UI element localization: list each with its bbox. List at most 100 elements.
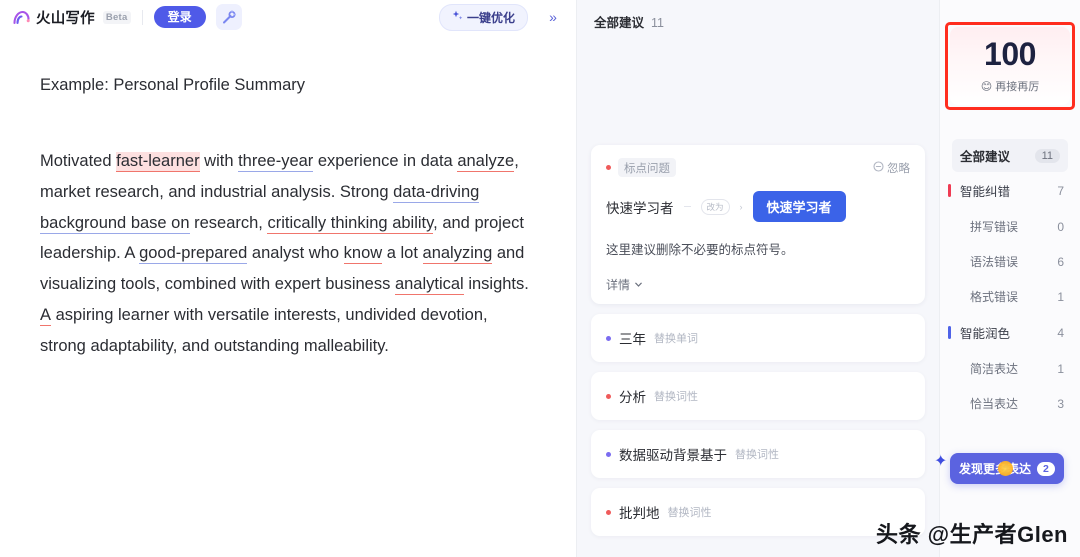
severity-dot-icon: [606, 393, 611, 399]
suggestion-row[interactable]: 三年 替换单词: [591, 314, 925, 362]
category-count: 0: [1057, 219, 1064, 234]
suggestion-row-word: 数据驱动背景基于: [619, 448, 727, 463]
suggestions-header-count: 11: [651, 16, 664, 30]
discover-more-badge: 2: [1037, 461, 1055, 476]
category-item[interactable]: 恰当表达 3: [948, 386, 1072, 421]
chevron-down-icon: [634, 278, 643, 292]
flagged-span-19[interactable]: A: [40, 305, 52, 326]
flagged-span-9[interactable]: critically thinking ability: [267, 213, 434, 234]
body-text: analyst who: [247, 244, 344, 263]
suggestion-card-header: 标点问题 忽略: [606, 158, 910, 177]
score-box[interactable]: 100 😊 再接再厉: [950, 27, 1070, 105]
body-text: with: [199, 152, 239, 170]
category-accent-bar: [948, 362, 951, 375]
category-count: 1: [1057, 361, 1064, 376]
top-toolbar: 火山写作 Beta 登录 一键优化 »: [0, 0, 576, 34]
category-item[interactable]: 语法错误 6: [948, 244, 1072, 279]
ignore-button[interactable]: 忽略: [873, 160, 910, 176]
category-item[interactable]: 简洁表达 1: [948, 351, 1072, 386]
category-item[interactable]: 智能纠错 7: [948, 172, 1072, 209]
category-count: 3: [1057, 396, 1064, 411]
severity-dot-icon: [606, 451, 611, 457]
suggestion-row[interactable]: 数据驱动背景基于 替换词性: [591, 430, 925, 478]
app-root: 火山写作 Beta 登录 一键优化 » Example: Personal Pr…: [0, 0, 1080, 557]
category-count: 6: [1057, 254, 1064, 269]
suggestion-type: 标点问题: [606, 158, 676, 177]
suggestion-row[interactable]: 批判地 替换词性: [591, 488, 925, 536]
smile-emoji-icon: 😊: [980, 80, 993, 93]
suggestion-row-tag: 替换词性: [667, 507, 712, 519]
flagged-span-3[interactable]: three-year: [238, 152, 314, 172]
flagged-span-5[interactable]: analyze: [457, 152, 515, 172]
document-body[interactable]: Motivated fast-learner with three-year e…: [40, 146, 536, 362]
suggestion-rows: 三年 替换单词 分析 替换词性 数据驱动背景基于 替换词性 批判地 替换词性: [591, 314, 925, 536]
beta-tag: Beta: [102, 10, 131, 24]
severity-dot-icon: [606, 165, 611, 170]
score-caption-row: 😊 再接再厉: [950, 78, 1070, 94]
category-accent-bar: [948, 220, 951, 233]
category-label: 格式错误: [970, 290, 1019, 304]
flagged-span-1[interactable]: fast-learner: [116, 152, 200, 172]
suggestions-pane: 全部建议 11 标点问题 忽略 快速学习者 改为 › 快速学习者 这里建议删除不…: [577, 0, 940, 557]
expand-panel-icon[interactable]: »: [540, 5, 566, 29]
original-word: 快速学习者: [606, 200, 674, 216]
suggestion-card-active[interactable]: 标点问题 忽略 快速学习者 改为 › 快速学习者 这里建议删除不必要的标点符号。…: [591, 145, 925, 304]
suggestions-header-label: 全部建议: [594, 16, 645, 30]
flagged-span-11[interactable]: good-prepared: [139, 244, 248, 265]
document-editor[interactable]: Example: Personal Profile Summary Motiva…: [0, 34, 576, 557]
suggestion-replace-row: 快速学习者 改为 › 快速学习者: [606, 191, 910, 222]
body-text: insights.: [463, 275, 529, 294]
flagged-span-13[interactable]: know: [343, 244, 383, 265]
toolbar-divider: [141, 9, 143, 25]
one-click-optimize-button[interactable]: 一键优化: [438, 3, 528, 31]
brand[interactable]: 火山写作: [12, 7, 95, 28]
body-text: Motivated: [40, 152, 117, 170]
category-item[interactable]: 智能润色 4: [948, 314, 1072, 351]
suggestion-row-word: 三年: [619, 332, 646, 347]
detail-label: 详情: [606, 278, 631, 292]
suggestion-description: 这里建议删除不必要的标点符号。: [606, 243, 794, 257]
change-to-pill: 改为: [700, 198, 730, 215]
category-all-suggestions[interactable]: 全部建议 11: [952, 139, 1068, 172]
arrow-lead-line: [683, 206, 691, 207]
category-count: 1: [1057, 289, 1064, 304]
severity-dot-icon: [606, 509, 611, 515]
category-label: 智能润色: [960, 327, 1011, 341]
category-accent-bar: [948, 290, 951, 303]
suggestion-row-tag: 替换词性: [735, 449, 779, 461]
body-text: research,: [189, 213, 268, 232]
category-item[interactable]: 拼写错误 0: [948, 209, 1072, 244]
category-item[interactable]: 格式错误 1: [948, 279, 1072, 314]
category-label: 语法错误: [970, 255, 1019, 269]
discover-more-button[interactable]: 发现更多表达 2: [950, 453, 1064, 484]
watermark: 头条 @生产者Glen: [876, 522, 1068, 547]
document-title: Example: Personal Profile Summary: [40, 76, 306, 94]
category-all-count: 11: [1034, 148, 1060, 163]
brand-name: 火山写作: [36, 10, 95, 27]
decorative-star-icon: ✦: [934, 453, 948, 470]
suggestions-list: 标点问题 忽略 快速学习者 改为 › 快速学习者 这里建议删除不必要的标点符号。…: [577, 34, 939, 557]
flagged-span-17[interactable]: analytical: [394, 275, 464, 296]
body-text: a lot: [382, 244, 423, 263]
suggestion-row-word: 批判地: [619, 506, 660, 521]
score-box-wrapper: 100 😊 再接再厉: [945, 22, 1075, 110]
flagged-span-15[interactable]: analyzing: [422, 244, 493, 265]
body-text: experience in data: [313, 152, 458, 170]
category-count: 4: [1057, 325, 1064, 340]
category-label: 智能纠错: [960, 185, 1011, 199]
ignore-label: 忽略: [887, 162, 910, 175]
login-button[interactable]: 登录: [153, 6, 206, 28]
magic-wand-icon[interactable]: [215, 4, 242, 30]
replacement-word-button[interactable]: 快速学习者: [752, 191, 846, 222]
category-label: 简洁表达: [970, 362, 1019, 376]
category-accent-bar: [948, 255, 951, 268]
volcano-logo-icon: [12, 8, 31, 27]
suggestion-type-label: 标点问题: [618, 158, 676, 177]
detail-toggle[interactable]: 详情: [606, 276, 910, 293]
category-label: 恰当表达: [970, 397, 1019, 411]
sparkle-dot-icon: [998, 461, 1013, 476]
suggestion-row[interactable]: 分析 替换词性: [591, 372, 925, 420]
category-accent-bar: [948, 326, 951, 339]
category-count: 7: [1057, 183, 1064, 198]
category-accent-bar: [948, 184, 951, 197]
